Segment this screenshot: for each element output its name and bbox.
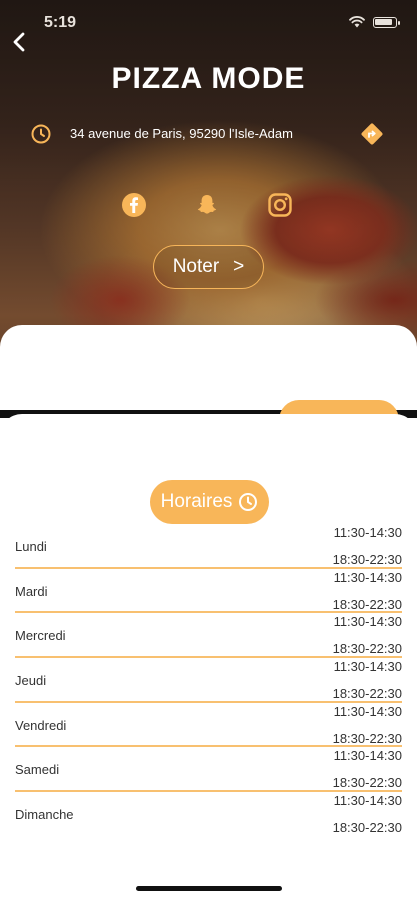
list-item: Samedi 11:30-14:30 18:30-22:30 — [0, 747, 417, 793]
time-slot: 18:30-22:30 — [332, 686, 402, 702]
address-text: 34 avenue de Paris, 95290 l'Isle-Adam — [70, 126, 293, 141]
day-name: Samedi — [15, 762, 60, 778]
wifi-icon — [349, 16, 365, 28]
list-item: Jeudi 11:30-14:30 18:30-22:30 — [0, 658, 417, 703]
chevron-left-icon — [13, 32, 25, 52]
facebook-icon[interactable] — [121, 192, 147, 218]
time-slot: 18:30-22:30 — [332, 596, 402, 612]
list-item: Mardi 11:30-14:30 18:30-22:30 — [0, 569, 417, 614]
list-item: Mercredi 11:30-14:30 18:30-22:30 — [0, 613, 417, 659]
time-slot: 18:30-22:30 — [332, 775, 402, 791]
time-slot: 11:30-14:30 — [333, 659, 402, 675]
day-name: Mercredi — [15, 628, 66, 644]
time-slot: 11:30-14:30 — [333, 525, 402, 540]
day-name: Vendredi — [15, 717, 67, 733]
instagram-icon[interactable] — [267, 192, 293, 218]
time-slot: 11:30-14:30 — [333, 569, 402, 585]
status-icons — [349, 16, 400, 28]
day-name: Lundi — [15, 539, 47, 554]
list-item: Dimanche 11:30-14:30 18:30-22:30 — [0, 792, 417, 837]
chevron-right-icon: > — [233, 256, 245, 277]
time-slot: 18:30-22:30 — [332, 641, 402, 657]
horaires-button[interactable]: Horaires — [150, 480, 269, 524]
day-name: Mardi — [15, 583, 48, 599]
day-name: Jeudi — [15, 673, 47, 689]
clock-icon — [31, 124, 51, 144]
directions-icon[interactable] — [359, 121, 385, 147]
social-links — [0, 192, 417, 220]
status-time: 5:19 — [44, 14, 77, 31]
list-item: Lundi 11:30-14:30 18:30-22:30 — [0, 524, 417, 569]
horaires-label: Horaires — [160, 491, 233, 512]
hours-list: Lundi 11:30-14:30 18:30-22:30 Mardi 11:3… — [0, 524, 417, 837]
time-slot: 11:30-14:30 — [333, 614, 402, 630]
noter-button[interactable]: Noter > — [153, 245, 264, 289]
clock-icon — [239, 493, 258, 511]
snapchat-icon[interactable] — [194, 192, 220, 218]
time-slot: 11:30-14:30 — [333, 748, 402, 764]
day-name: Dimanche — [15, 807, 74, 823]
time-slot: 18:30-22:30 — [332, 552, 402, 567]
noter-label: Noter — [172, 256, 220, 277]
time-slot: 11:30-14:30 — [333, 703, 402, 719]
time-slot: 18:30-22:30 — [332, 820, 402, 836]
time-slot: 18:30-22:30 — [332, 730, 402, 746]
back-button[interactable] — [8, 28, 32, 56]
restaurant-title: PIZZA MODE — [111, 62, 306, 95]
battery-icon — [373, 16, 400, 28]
home-indicator — [136, 886, 282, 891]
address-row: 34 avenue de Paris, 95290 l'Isle-Adam — [30, 120, 385, 148]
time-slot: 11:30-14:30 — [333, 793, 402, 809]
list-item: Vendredi 11:30-14:30 18:30-22:30 — [0, 703, 417, 748]
